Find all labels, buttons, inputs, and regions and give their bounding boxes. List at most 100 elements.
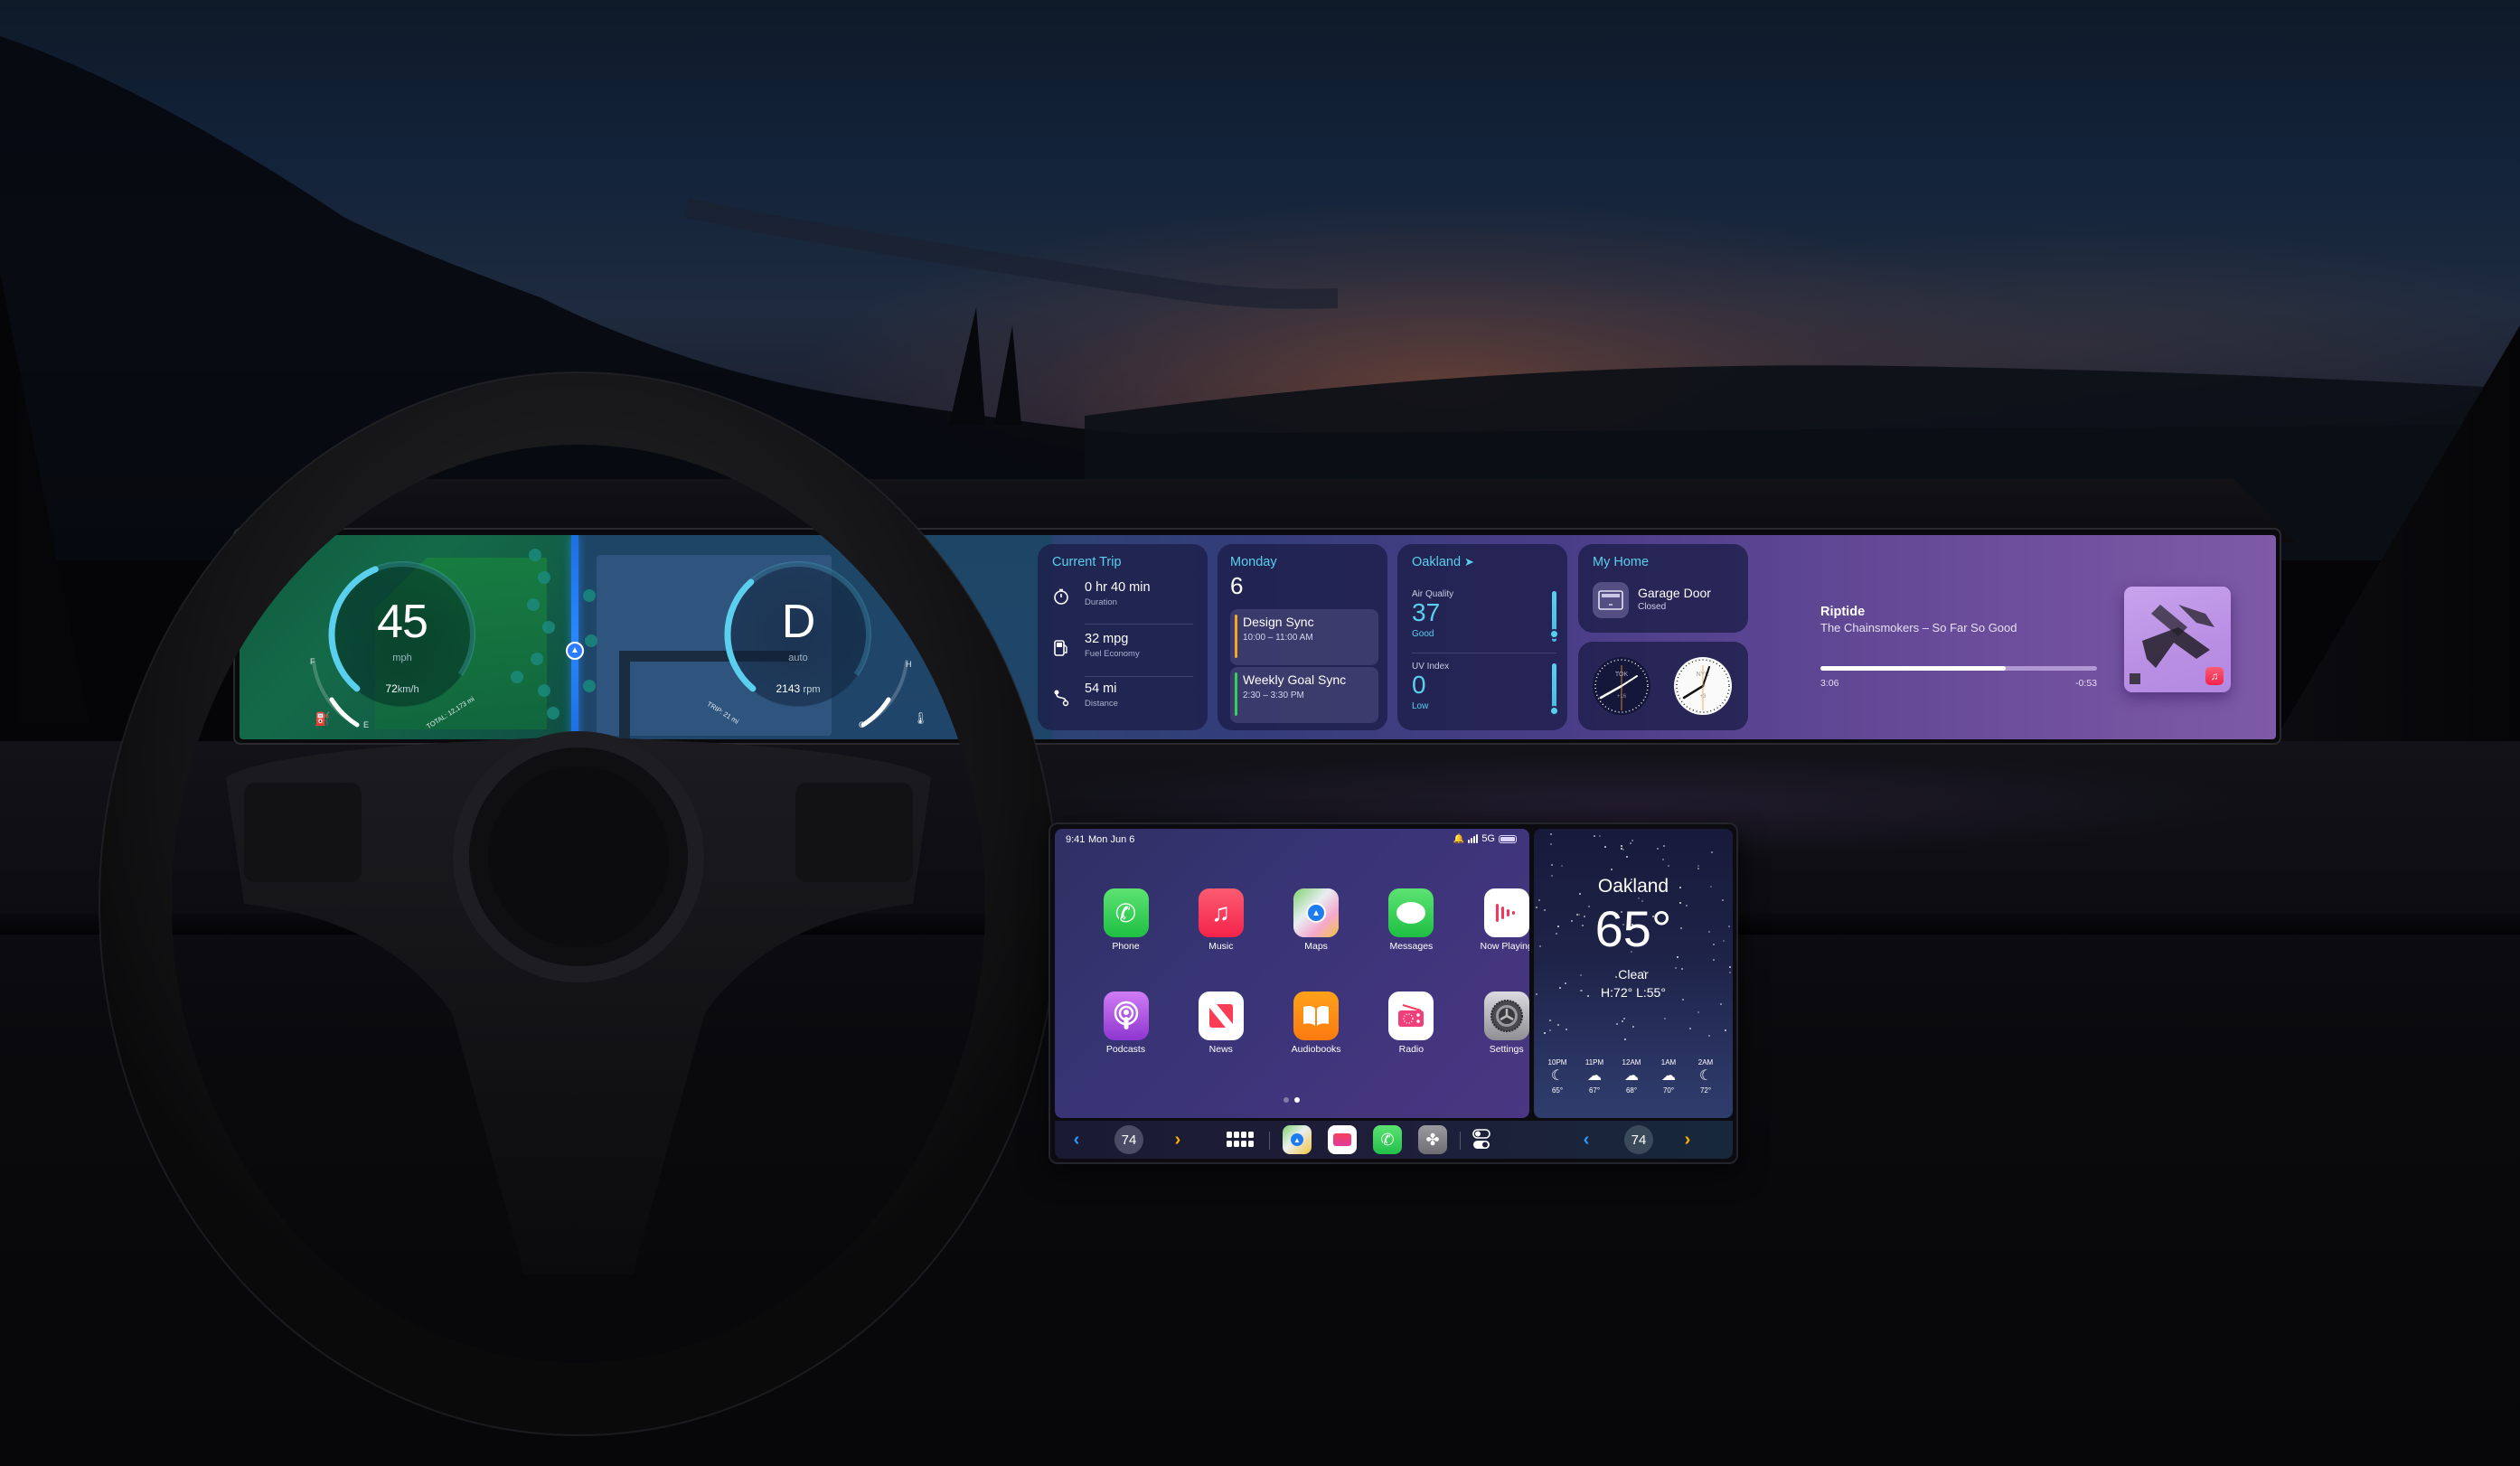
star	[1565, 1028, 1567, 1030]
instrument-cluster: ▲ 45 mph 72km/h F E ⛽ TOTAL: 12,173 mi D	[240, 535, 1053, 739]
dock-radio-icon[interactable]	[1328, 1125, 1357, 1154]
hourly-forecast-item: 12AM ☁ 68°	[1615, 1058, 1648, 1095]
cellular-signal-icon	[1468, 834, 1479, 843]
trip-label: Distance	[1085, 699, 1118, 709]
trip-distance-row: 54 mi Distance	[1052, 681, 1201, 723]
carplay-dock: ‹ 74 › ▲ ✆ ✤ ‹ 74 ›	[1055, 1121, 1733, 1159]
app-now-playing[interactable]: Now Playing	[1480, 888, 1529, 952]
app-radio[interactable]: Radio	[1384, 991, 1438, 1055]
app-label: Messages	[1389, 941, 1434, 952]
route-icon	[1052, 689, 1070, 707]
controls-toggle-button[interactable]	[1471, 1127, 1492, 1152]
app-phone[interactable]: ✆ Phone	[1099, 888, 1153, 952]
dock-climate-fan-icon[interactable]: ✤	[1418, 1125, 1447, 1154]
widget-current-trip[interactable]: Current Trip 0 hr 40 min Duration 32 mpg…	[1038, 544, 1208, 730]
settings-icon	[1483, 991, 1529, 1040]
star	[1599, 834, 1602, 837]
toggle-switches-icon	[1472, 1129, 1490, 1149]
climate-left-decrease-button[interactable]: ‹	[1067, 1127, 1086, 1152]
hourly-forecast-item: 10PM ☾ 65°	[1541, 1058, 1574, 1095]
star	[1626, 856, 1629, 859]
app-music[interactable]: ♫ Music	[1194, 888, 1248, 952]
trip-value: 54 mi	[1085, 681, 1117, 696]
widget-air-quality[interactable]: Oakland ➤ Air Quality 37 Good UV Index 0…	[1397, 544, 1567, 730]
calendar-event[interactable]: Design Sync 10:00 – 11:00 AM	[1230, 609, 1378, 665]
star	[1631, 1025, 1634, 1028]
app-label: Now Playing	[1480, 941, 1530, 952]
trip-fuel-row: 32 mpg Fuel Economy	[1052, 632, 1201, 673]
dock-maps-icon[interactable]: ▲	[1283, 1125, 1312, 1154]
playback-progress-bar[interactable]	[1820, 666, 2097, 671]
star	[1630, 842, 1632, 845]
weather-panel[interactable]: Oakland 65° Clear H:72° L:55° 10PM ☾ 65° 11…	[1534, 829, 1733, 1118]
album-artwork[interactable]: ♫	[2124, 587, 2231, 692]
playback-remaining: -0:53	[2075, 678, 2097, 689]
chevron-right-icon: ›	[1174, 1129, 1181, 1150]
home-device-name: Garage Door	[1638, 586, 1711, 600]
star	[1697, 867, 1699, 869]
app-label: Settings	[1489, 1044, 1524, 1055]
app-maps[interactable]: ▲ Maps	[1289, 888, 1343, 952]
now-playing-title: Riptide	[1820, 605, 1866, 619]
aq-quality: Good	[1412, 629, 1434, 639]
trip-value: 0 hr 40 min	[1085, 580, 1151, 595]
widget-my-home[interactable]: My Home Garage Door Closed	[1578, 544, 1748, 633]
chevron-left-icon: ‹	[1583, 1129, 1590, 1150]
hourly-forecast-item: 2AM ☾ 72°	[1689, 1058, 1722, 1095]
forecast-hour: 1AM	[1660, 1058, 1677, 1067]
app-news[interactable]: News	[1194, 991, 1248, 1055]
star	[1550, 843, 1553, 846]
forecast-temp: 68°	[1625, 1086, 1638, 1095]
aq-slider-knob	[1549, 629, 1559, 639]
app-label: Maps	[1304, 941, 1328, 952]
dock-separator	[1460, 1132, 1461, 1150]
hourly-forecast-item: 1AM ☁ 70°	[1652, 1058, 1685, 1095]
climate-right-decrease-button[interactable]: ‹	[1577, 1127, 1595, 1152]
climate-right-increase-button[interactable]: ›	[1678, 1127, 1697, 1152]
event-color-bar	[1235, 615, 1237, 658]
garage-door-icon[interactable]	[1593, 582, 1629, 618]
dock-phone-icon[interactable]: ✆	[1373, 1125, 1402, 1154]
app-messages[interactable]: Messages	[1384, 888, 1438, 952]
calendar-day: 6	[1230, 572, 1244, 599]
calendar-event[interactable]: Weekly Goal Sync 2:30 – 3:30 PM	[1230, 667, 1378, 723]
star	[1657, 847, 1660, 850]
star	[1667, 865, 1669, 868]
phone-icon: ✆	[1103, 888, 1149, 937]
uv-slider	[1549, 663, 1559, 716]
driver-temp-button[interactable]: 74	[1114, 1125, 1143, 1154]
speed-value: 45	[377, 596, 428, 648]
page-dot-active[interactable]	[1294, 1097, 1300, 1103]
app-podcasts[interactable]: Podcasts	[1099, 991, 1153, 1055]
app-settings[interactable]: Settings	[1480, 991, 1529, 1055]
weather-condition: Clear	[1618, 967, 1649, 982]
star	[1720, 1002, 1723, 1005]
star	[1560, 864, 1563, 867]
coolant-temp-icon: 🌡	[913, 711, 928, 725]
app-label: News	[1208, 1044, 1233, 1055]
fuel-pump-icon	[1052, 639, 1070, 657]
forecast-temp: 72°	[1699, 1086, 1712, 1095]
widget-calendar[interactable]: Monday 6 Design Sync 10:00 – 11:00 AM We…	[1218, 544, 1387, 730]
forecast-hour: 11PM	[1584, 1058, 1604, 1067]
widget-world-clock[interactable]: TOK +16 NYC +3	[1578, 642, 1748, 730]
temp-hot-label: H	[906, 660, 912, 669]
app-library-button[interactable]	[1225, 1127, 1255, 1152]
apple-music-icon: ♫	[2205, 667, 2224, 685]
forecast-temp: 65°	[1551, 1086, 1564, 1095]
chevron-left-icon: ‹	[1073, 1129, 1080, 1150]
page-indicator[interactable]	[1284, 1097, 1300, 1103]
star	[1623, 1038, 1626, 1041]
star	[1697, 1011, 1700, 1014]
star	[1615, 1022, 1618, 1025]
page-dot[interactable]	[1284, 1097, 1289, 1103]
app-audiobooks[interactable]: Audiobooks	[1289, 991, 1343, 1055]
passenger-temp-button[interactable]: 74	[1624, 1125, 1653, 1154]
status-time: 9:41	[1066, 834, 1086, 845]
star	[1550, 864, 1553, 867]
uv-quality: Low	[1412, 701, 1429, 711]
music-icon: ♫	[1198, 888, 1244, 937]
star	[1725, 1029, 1727, 1032]
cloud-moon-icon: ☁	[1661, 1068, 1676, 1084]
climate-left-increase-button[interactable]: ›	[1169, 1127, 1187, 1152]
